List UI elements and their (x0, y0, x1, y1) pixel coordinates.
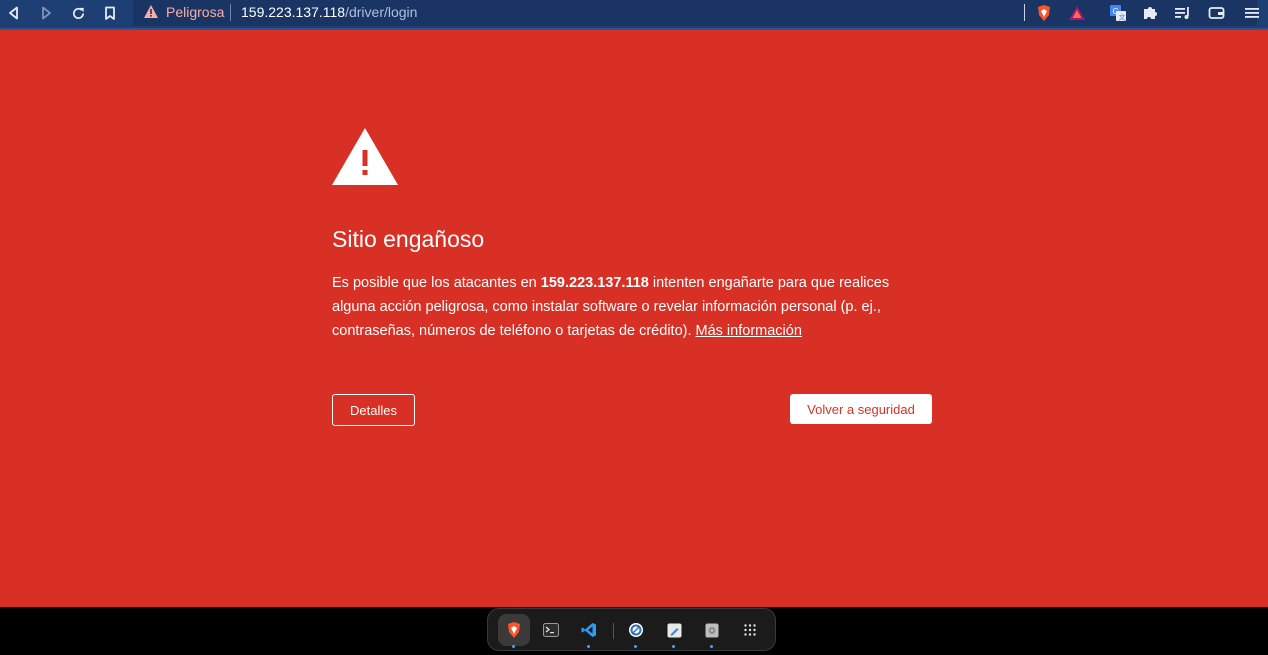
bookmark-icon[interactable] (98, 2, 122, 24)
brave-rewards-icon[interactable] (1065, 2, 1089, 24)
forward-icon[interactable] (34, 2, 58, 24)
dock (487, 608, 776, 651)
running-indicator (587, 645, 590, 648)
brave-shields-icon[interactable] (1032, 2, 1056, 24)
desktop-taskbar (0, 607, 1268, 655)
warning-message: Es posible que los atacantes en 159.223.… (332, 271, 932, 343)
security-status-label[interactable]: Peligrosa (166, 4, 224, 20)
address-end-divider (1024, 4, 1025, 21)
menu-icon[interactable] (1240, 2, 1264, 24)
running-indicator (672, 645, 675, 648)
learn-more-link[interactable]: Más información (696, 323, 802, 339)
disk-icon[interactable] (696, 614, 728, 648)
running-indicator (710, 645, 713, 648)
playlist-icon[interactable] (1170, 2, 1194, 24)
message-prefix: Es posible que los atacantes en (332, 275, 541, 291)
vscode-icon[interactable] (573, 614, 605, 648)
app-grid-icon[interactable] (734, 614, 766, 646)
back-icon[interactable] (2, 2, 26, 24)
url-path: /driver/login (345, 4, 418, 20)
warning-triangle-icon[interactable] (143, 4, 159, 24)
details-button[interactable]: Detalles (332, 394, 415, 426)
url-host: 159.223.137.118 (241, 4, 346, 20)
text-editor-icon[interactable] (658, 614, 690, 648)
app-icon[interactable] (620, 614, 652, 648)
browser-toolbar: Peligrosa 159.223.137.118/driver/login G… (0, 0, 1268, 30)
page-title: Sitio engañoso (332, 226, 485, 252)
danger-warning-icon (332, 128, 398, 190)
svg-text:文: 文 (1119, 13, 1126, 22)
extensions-icon[interactable] (1138, 2, 1162, 24)
running-indicator (512, 645, 515, 648)
reload-icon[interactable] (66, 2, 90, 24)
dock-separator (613, 623, 614, 639)
terminal-icon[interactable] (535, 614, 567, 646)
url-text[interactable]: 159.223.137.118/driver/login (241, 4, 417, 20)
address-divider (230, 4, 231, 21)
brave-browser-icon[interactable] (498, 614, 530, 648)
back-to-safety-button[interactable]: Volver a seguridad (790, 394, 932, 424)
running-indicator (634, 645, 637, 648)
translate-icon[interactable]: G文 (1106, 2, 1130, 24)
wallet-icon[interactable] (1204, 2, 1228, 24)
message-host: 159.223.137.118 (540, 275, 649, 291)
